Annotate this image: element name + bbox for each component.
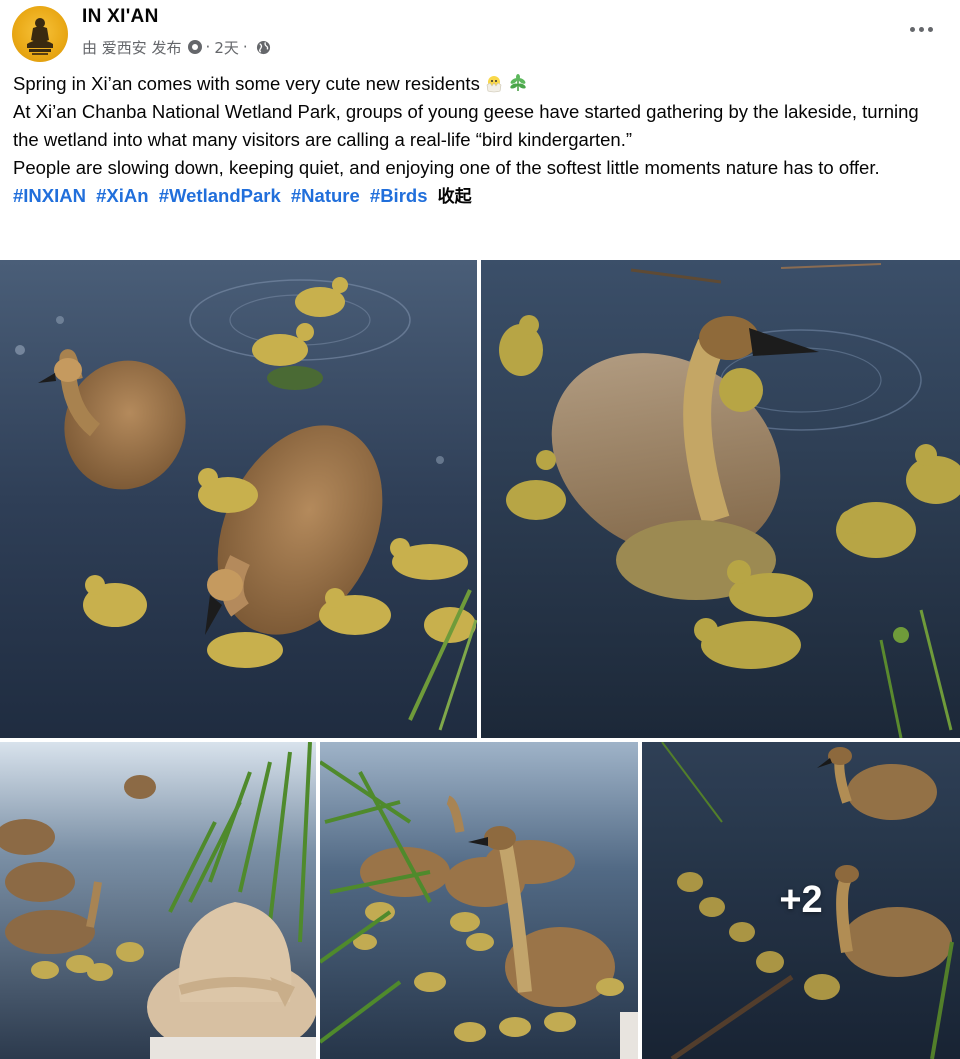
photo-2-image [481, 260, 960, 738]
buddha-logo-icon [27, 18, 53, 55]
photo-1[interactable] [0, 260, 477, 738]
page-name[interactable]: IN XI'AN [82, 6, 159, 28]
posted-by-label[interactable]: 由 爱西安 发布 [82, 37, 182, 58]
post-text-line-2: At Xi’an Chanba National Wetland Park, g… [13, 101, 919, 150]
photo-4-image [320, 742, 638, 1059]
more-options-button[interactable] [906, 14, 936, 44]
post-text-line: Spring in Xi’an comes with some very cut… [13, 70, 948, 98]
post-body: Spring in Xi’an comes with some very cut… [13, 70, 948, 211]
hashtag-link[interactable]: #Birds [370, 185, 428, 206]
photo-3[interactable] [0, 742, 316, 1059]
meta-separator: · [242, 38, 248, 56]
photo-5[interactable]: +2 [642, 742, 960, 1059]
photo-1-image [0, 260, 477, 738]
hashtag-link[interactable]: #Nature [291, 185, 360, 206]
contributor-icon [187, 40, 202, 54]
more-photos-overlay[interactable]: +2 [642, 742, 960, 1059]
facebook-post: IN XI'AN 由 爱西安 发布 · 2天 · Spring in Xi’an… [0, 0, 960, 1059]
post-meta: 由 爱西安 发布 · 2天 · [82, 36, 271, 58]
page-avatar[interactable] [12, 6, 68, 62]
herb-icon [510, 74, 526, 91]
post-header: IN XI'AN 由 爱西安 发布 · 2天 · [0, 0, 960, 64]
post-text-line-3: People are slowing down, keeping quiet, … [13, 157, 880, 178]
meta-separator: · [205, 38, 211, 56]
photo-2[interactable] [481, 260, 960, 738]
photo-4[interactable] [320, 742, 638, 1059]
more-dot-icon [918, 26, 924, 32]
more-dot-icon [927, 26, 933, 32]
hashtag-link[interactable]: #INXIAN [13, 185, 86, 206]
hashtag-row: #INXIAN #XiAn #WetlandPark #Nature #Bird… [13, 182, 948, 211]
hashtag-link[interactable]: #XiAn [96, 185, 148, 206]
more-dot-icon [909, 26, 915, 32]
collapse-text-button[interactable]: 收起 [438, 187, 472, 207]
post-text-line-1: Spring in Xi’an comes with some very cut… [13, 73, 480, 94]
hashtag-link[interactable]: #WetlandPark [159, 185, 281, 206]
globe-icon [256, 40, 270, 54]
post-time[interactable]: 2天 [214, 37, 239, 58]
hatching-chick-icon [486, 76, 502, 93]
photo-3-image [0, 742, 316, 1059]
